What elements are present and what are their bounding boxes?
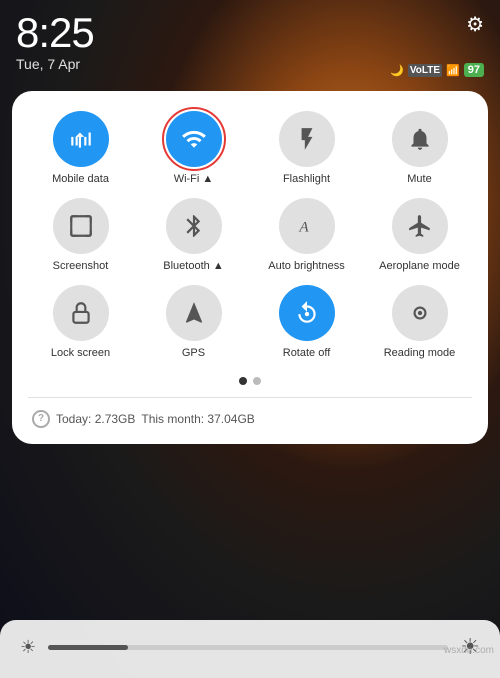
battery-icon: 97 bbox=[464, 63, 484, 77]
flashlight-icon bbox=[294, 126, 320, 152]
qs-item-wifi[interactable]: Wi-Fi ▲ bbox=[141, 111, 246, 186]
flashlight-label: Flashlight bbox=[283, 173, 330, 186]
divider bbox=[28, 397, 472, 398]
auto-brightness-icon-wrap: A bbox=[279, 198, 335, 254]
dot-2 bbox=[253, 377, 261, 385]
mobile-data-icon bbox=[68, 126, 94, 152]
screenshot-icon bbox=[68, 213, 94, 239]
qs-item-flashlight[interactable]: Flashlight bbox=[254, 111, 359, 186]
mute-icon-wrap bbox=[392, 111, 448, 167]
rotate-off-icon-wrap bbox=[279, 285, 335, 341]
reading-mode-icon bbox=[407, 300, 433, 326]
today-data: Today: 2.73GB bbox=[56, 412, 135, 426]
rotate-off-label: Rotate off bbox=[283, 347, 331, 360]
qs-item-bluetooth[interactable]: Bluetooth ▲ bbox=[141, 198, 246, 273]
qs-item-lock-screen[interactable]: Lock screen bbox=[28, 285, 133, 360]
volte-icon: VoLTE bbox=[408, 64, 442, 77]
date: Tue, 7 Apr bbox=[16, 56, 94, 72]
reading-mode-label: Reading mode bbox=[384, 347, 456, 360]
qs-item-auto-brightness[interactable]: A Auto brightness bbox=[254, 198, 359, 273]
brightness-track[interactable] bbox=[48, 645, 448, 650]
dot-1 bbox=[239, 377, 247, 385]
qs-item-mobile-data[interactable]: Mobile data bbox=[28, 111, 133, 186]
quick-settings-panel: Mobile data Wi-Fi ▲ Flashlight bbox=[12, 91, 488, 444]
gear-icon[interactable]: ⚙ bbox=[466, 12, 484, 37]
screenshot-icon-wrap bbox=[53, 198, 109, 254]
lock-screen-icon bbox=[68, 300, 94, 326]
gps-icon-wrap bbox=[166, 285, 222, 341]
lock-screen-icon-wrap bbox=[53, 285, 109, 341]
flashlight-icon-wrap bbox=[279, 111, 335, 167]
lock-screen-label: Lock screen bbox=[51, 347, 110, 360]
mute-label: Mute bbox=[407, 173, 431, 186]
qs-grid: Mobile data Wi-Fi ▲ Flashlight bbox=[28, 111, 472, 361]
aeroplane-icon bbox=[407, 213, 433, 239]
watermark: wsxdn.com bbox=[444, 645, 494, 656]
bluetooth-label: Bluetooth ▲ bbox=[163, 260, 223, 273]
rotate-off-icon bbox=[294, 300, 320, 326]
auto-brightness-label: Auto brightness bbox=[268, 260, 344, 273]
gps-label: GPS bbox=[182, 347, 205, 360]
mobile-data-label: Mobile data bbox=[52, 173, 109, 186]
wifi-icon bbox=[181, 126, 207, 152]
status-icons: 🌙 VoLTE 📶 97 bbox=[390, 63, 484, 77]
data-usage-icon: ? bbox=[32, 410, 50, 428]
month-data: This month: 37.04GB bbox=[141, 412, 254, 426]
qs-item-gps[interactable]: GPS bbox=[141, 285, 246, 360]
mobile-data-icon-wrap bbox=[53, 111, 109, 167]
brightness-fill bbox=[48, 645, 128, 650]
screenshot-label: Screenshot bbox=[53, 260, 109, 273]
wifi-icon-wrap bbox=[166, 111, 222, 167]
aeroplane-icon-wrap bbox=[392, 198, 448, 254]
clock: 8:25 bbox=[16, 12, 94, 54]
mute-icon bbox=[407, 126, 433, 152]
auto-brightness-icon: A bbox=[294, 213, 320, 239]
brightness-bar-panel: ☀ ☀ bbox=[0, 620, 500, 678]
aeroplane-label: Aeroplane mode bbox=[379, 260, 460, 273]
signal-icon: 📶 bbox=[446, 64, 460, 77]
gps-icon bbox=[181, 300, 207, 326]
qs-item-mute[interactable]: Mute bbox=[367, 111, 472, 186]
status-bar: 8:25 Tue, 7 Apr ⚙ 🌙 VoLTE 📶 97 bbox=[0, 0, 500, 83]
qs-item-rotate-off[interactable]: Rotate off bbox=[254, 285, 359, 360]
data-usage: ? Today: 2.73GB This month: 37.04GB bbox=[28, 410, 472, 428]
qs-item-reading-mode[interactable]: Reading mode bbox=[367, 285, 472, 360]
qs-item-aeroplane[interactable]: Aeroplane mode bbox=[367, 198, 472, 273]
reading-mode-icon-wrap bbox=[392, 285, 448, 341]
bluetooth-icon bbox=[181, 213, 207, 239]
pagination-dots bbox=[28, 377, 472, 385]
brightness-low-icon: ☀ bbox=[20, 637, 36, 658]
moon-icon: 🌙 bbox=[390, 64, 404, 77]
wifi-label: Wi-Fi ▲ bbox=[174, 173, 214, 186]
bluetooth-icon-wrap bbox=[166, 198, 222, 254]
qs-item-screenshot[interactable]: Screenshot bbox=[28, 198, 133, 273]
svg-text:A: A bbox=[298, 219, 309, 236]
